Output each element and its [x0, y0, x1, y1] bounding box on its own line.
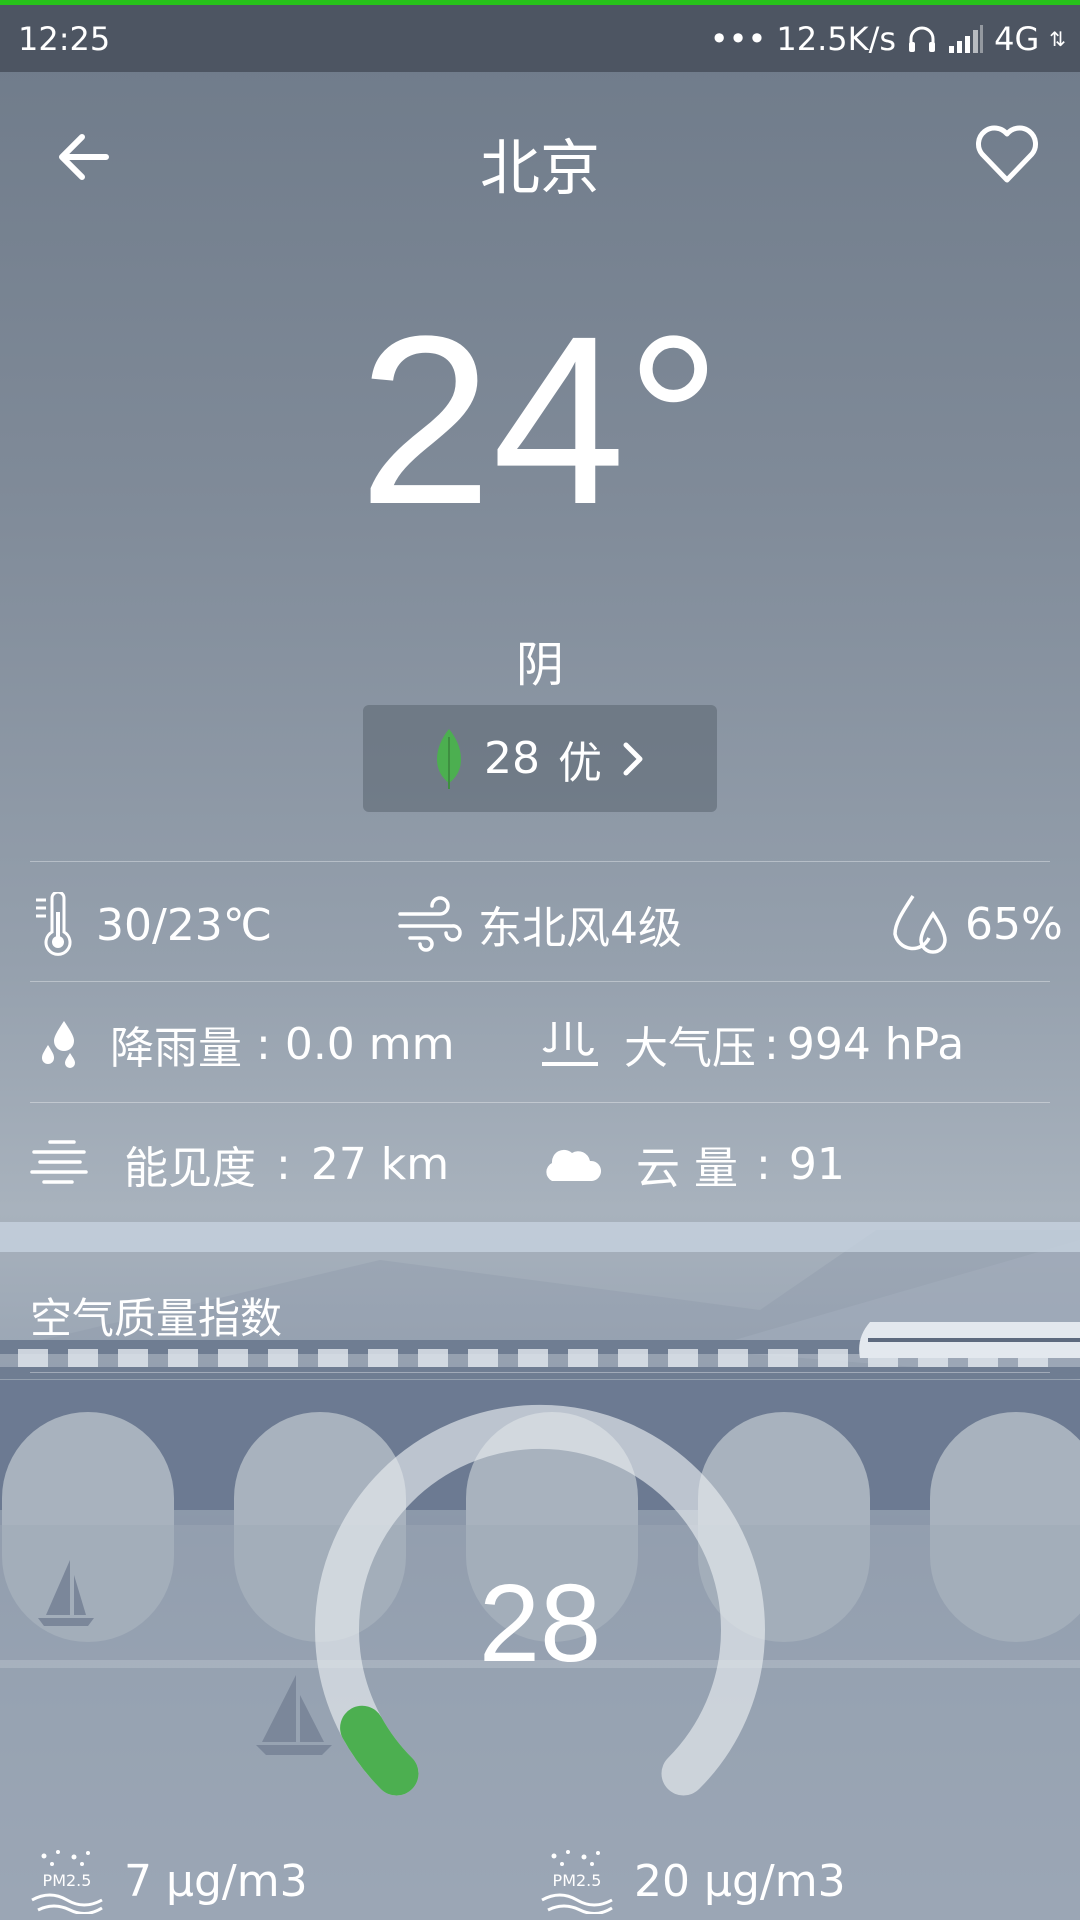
- visibility-icon: [30, 1140, 88, 1184]
- pressure-value: 994 hPa: [786, 1018, 965, 1070]
- pressure-label: 大气压: [624, 1023, 756, 1074]
- precipitation-separator: :: [256, 1018, 271, 1070]
- aqi-gauge-indicator: [340, 1705, 419, 1796]
- header: 北京: [0, 100, 1080, 210]
- current-temperature: 24°: [358, 286, 722, 554]
- precipitation-label: 降雨量: [110, 1023, 242, 1074]
- details-row-1: 30/23℃ 东北风4级 65%: [0, 870, 1080, 980]
- city-title: 北京: [480, 134, 600, 204]
- status-indicators: ••• 12.5K/s 4G ⇅: [710, 20, 1066, 58]
- cloud-value: 91: [788, 1138, 845, 1190]
- divider: [30, 861, 1050, 862]
- aqi-summary-button[interactable]: 28 优: [363, 705, 717, 812]
- visibility-info: 能见度: 27 km: [30, 1132, 449, 1196]
- signal-icon: [949, 24, 984, 53]
- pm25-icon: PM2.5: [31, 1850, 103, 1914]
- leaf-icon: [436, 728, 462, 789]
- data-arrows-icon: ⇅: [1049, 26, 1066, 51]
- humidity-text: 65%: [965, 898, 1063, 950]
- pm25-value: 7 μg/m3: [124, 1855, 308, 1907]
- status-time: 12:25: [18, 19, 111, 58]
- aqi-level: 优: [558, 737, 602, 789]
- pm10-info: PM2.5 20 μg/m3: [540, 1848, 846, 1914]
- cloud-icon: [546, 1149, 602, 1181]
- headset-icon: [909, 26, 936, 52]
- temp-range-text: 30/23℃: [96, 899, 273, 951]
- cloud-separator: :: [756, 1138, 771, 1190]
- wind-text: 东北风4级: [478, 903, 682, 954]
- pressure-separator: :: [764, 1018, 779, 1070]
- visibility-separator: :: [276, 1138, 291, 1190]
- humidity-info: 65%: [893, 892, 1063, 956]
- chevron-right-icon: [623, 742, 643, 775]
- status-bar: 12:25 ••• 12.5K/s 4G ⇅: [0, 5, 1080, 72]
- pressure-info: 大气压: 994 hPa: [540, 1012, 964, 1076]
- pm10-icon: PM2.5: [541, 1850, 613, 1914]
- details-row-3: 能见度: 27 km 云 量: 91: [0, 1110, 1080, 1220]
- precipitation-info: 降雨量: 0.0 mm: [40, 1012, 455, 1076]
- pm10-value: 20 μg/m3: [634, 1855, 846, 1907]
- divider: [30, 1372, 1050, 1373]
- divider: [30, 1102, 1050, 1103]
- details-row-2: 降雨量: 0.0 mm 大气压: 994 hPa: [0, 990, 1080, 1100]
- cloud-info: 云 量: 91: [540, 1132, 845, 1196]
- wind-icon: [398, 896, 462, 952]
- thermometer-icon: [36, 892, 72, 956]
- heart-icon[interactable]: [974, 122, 1040, 188]
- divider: [30, 981, 1050, 982]
- dots-icon: •••: [709, 19, 767, 58]
- visibility-label: 能见度: [124, 1143, 256, 1194]
- air-quality-title: 空气质量指数: [30, 1294, 283, 1343]
- pressure-icon: [542, 1022, 598, 1066]
- rain-drops-icon: [42, 1021, 75, 1068]
- network-type: 4G: [994, 19, 1040, 58]
- humidity-icon: [893, 895, 947, 954]
- pm25-icon-label: PM2.5: [43, 1871, 92, 1890]
- cloud-label: 云 量: [636, 1143, 738, 1194]
- aqi-gauge-value: 28: [478, 1562, 602, 1685]
- precipitation-value: 0.0 mm: [284, 1018, 455, 1070]
- visibility-value: 27 km: [310, 1138, 450, 1190]
- pm10-icon-label: PM2.5: [553, 1871, 602, 1890]
- network-speed: 12.5K/s: [776, 19, 897, 58]
- wind-info: 东北风4级: [396, 892, 682, 956]
- pm25-info: PM2.5 7 μg/m3: [30, 1848, 308, 1914]
- aqi-value: 28: [484, 733, 540, 784]
- temp-range: 30/23℃: [32, 892, 272, 958]
- weather-condition: 阴: [515, 637, 564, 693]
- section-band: [0, 1222, 1080, 1252]
